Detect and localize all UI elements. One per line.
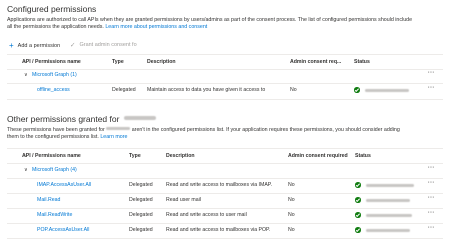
table-row: Mail.Read Delegated Read user mail No ··…	[7, 195, 443, 205]
group-row-microsoft-graph[interactable]: ∨ Microsoft Graph (4) ···	[7, 165, 443, 175]
permission-type: Delegated	[129, 197, 153, 203]
table-row: POP.AccessAsUser.All Delegated Read and …	[7, 225, 443, 235]
permission-description: Read and write access to mailboxes via I…	[166, 182, 273, 188]
status-cell	[354, 87, 409, 95]
permission-description: Read user mail	[166, 197, 201, 203]
configured-permissions-description: Applications are authorized to call APIs…	[7, 17, 413, 30]
admin-consent-value: No	[288, 197, 295, 203]
column-header-description[interactable]: Description	[147, 59, 176, 65]
permission-type: Delegated	[129, 227, 153, 233]
permission-type: Delegated	[129, 182, 153, 188]
divider	[7, 208, 443, 209]
permission-description: Read and write access to user mail	[166, 212, 247, 218]
more-actions-icon[interactable]: ···	[428, 70, 435, 76]
admin-consent-value: No	[288, 212, 295, 218]
checkmark-icon: ✓	[70, 42, 76, 49]
table-row: offline_access Delegated Maintain access…	[7, 85, 443, 95]
admin-consent-value: No	[290, 87, 297, 93]
other-table-header: API / Permissions name ↑↓ Type Descripti…	[22, 153, 371, 159]
permission-name-link[interactable]: POP.AccessAsUser.All	[37, 227, 89, 233]
column-header-type[interactable]: Type	[112, 59, 124, 65]
permission-description: Maintain access to data you have given i…	[147, 87, 266, 93]
sort-icon: ↑↓	[22, 59, 27, 65]
column-header-description[interactable]: Description	[166, 153, 195, 159]
divider	[7, 178, 443, 179]
divider	[7, 148, 443, 149]
permission-type: Delegated	[129, 212, 153, 218]
table-row: IMAP.AccessAsUser.All Delegated Read and…	[7, 180, 443, 190]
more-actions-icon[interactable]: ···	[428, 225, 435, 231]
chevron-down-icon[interactable]: ∨	[24, 72, 28, 78]
granted-check-icon	[355, 182, 361, 188]
more-actions-icon[interactable]: ···	[428, 85, 435, 91]
other-permissions-title: Other permissions granted for	[7, 114, 156, 124]
group-label[interactable]: Microsoft Graph (4)	[32, 167, 77, 173]
redacted-status-text	[364, 88, 409, 92]
divider	[7, 54, 443, 55]
granted-check-icon	[355, 227, 361, 233]
divider	[7, 238, 443, 239]
permission-name-link[interactable]: Mail.Read	[37, 197, 60, 203]
chevron-down-icon[interactable]: ∨	[24, 167, 28, 173]
configured-table-header: API / Permissions name ↑↓ Type Descripti…	[22, 59, 370, 65]
more-actions-icon[interactable]: ···	[428, 195, 435, 201]
status-cell	[355, 197, 410, 205]
divider	[7, 223, 443, 224]
redacted-status-text	[365, 198, 410, 202]
learn-more-link[interactable]: Learn more	[100, 134, 127, 140]
admin-consent-value: No	[288, 227, 295, 233]
table-row: Mail.ReadWrite Delegated Read and write …	[7, 210, 443, 220]
permission-name-link[interactable]: IMAP.AccessAsUser.All	[37, 182, 91, 188]
redacted-status-text	[365, 213, 412, 217]
redacted-app-name	[106, 127, 131, 130]
more-actions-icon[interactable]: ···	[428, 165, 435, 171]
add-permission-button[interactable]: + Add a permission	[9, 41, 60, 50]
divider	[7, 83, 443, 84]
configured-permissions-title: Configured permissions	[7, 4, 97, 14]
column-header-admin-consent[interactable]: Admin consent required	[288, 153, 348, 159]
divider	[7, 99, 443, 100]
permission-name-link[interactable]: offline_access	[37, 87, 70, 93]
more-actions-icon[interactable]: ···	[428, 210, 435, 216]
granted-check-icon	[355, 197, 361, 203]
redacted-app-name	[123, 116, 156, 120]
sort-icon: ↑↓	[22, 153, 27, 159]
column-header-admin-consent[interactable]: Admin consent req...	[290, 59, 341, 65]
status-cell	[355, 212, 412, 220]
permission-description: Read and write access to mailboxes via P…	[166, 227, 271, 233]
group-label[interactable]: Microsoft Graph (1)	[32, 72, 77, 78]
column-header-type[interactable]: Type	[129, 153, 141, 159]
learn-more-permissions-link[interactable]: Learn more about permissions and consent	[105, 24, 207, 30]
permission-type: Delegated	[112, 87, 136, 93]
group-row-microsoft-graph[interactable]: ∨ Microsoft Graph (1) ···	[7, 70, 443, 80]
granted-check-icon	[354, 87, 360, 93]
column-header-status[interactable]: Status	[355, 153, 371, 159]
divider	[7, 193, 443, 194]
other-permissions-description: These permissions have been granted for …	[7, 127, 400, 140]
divider	[7, 69, 443, 70]
more-actions-icon[interactable]: ···	[428, 180, 435, 186]
status-cell	[355, 182, 414, 190]
granted-check-icon	[355, 212, 361, 218]
redacted-status-text	[365, 183, 414, 187]
permission-name-link[interactable]: Mail.ReadWrite	[37, 212, 72, 218]
admin-consent-value: No	[288, 182, 295, 188]
status-cell	[355, 227, 410, 235]
grant-admin-consent-button[interactable]: ✓ Grant admin consent fo	[70, 41, 137, 49]
redacted-status-text	[365, 228, 410, 232]
plus-icon: +	[9, 41, 14, 50]
column-header-status[interactable]: Status	[354, 59, 370, 65]
divider	[7, 163, 443, 164]
